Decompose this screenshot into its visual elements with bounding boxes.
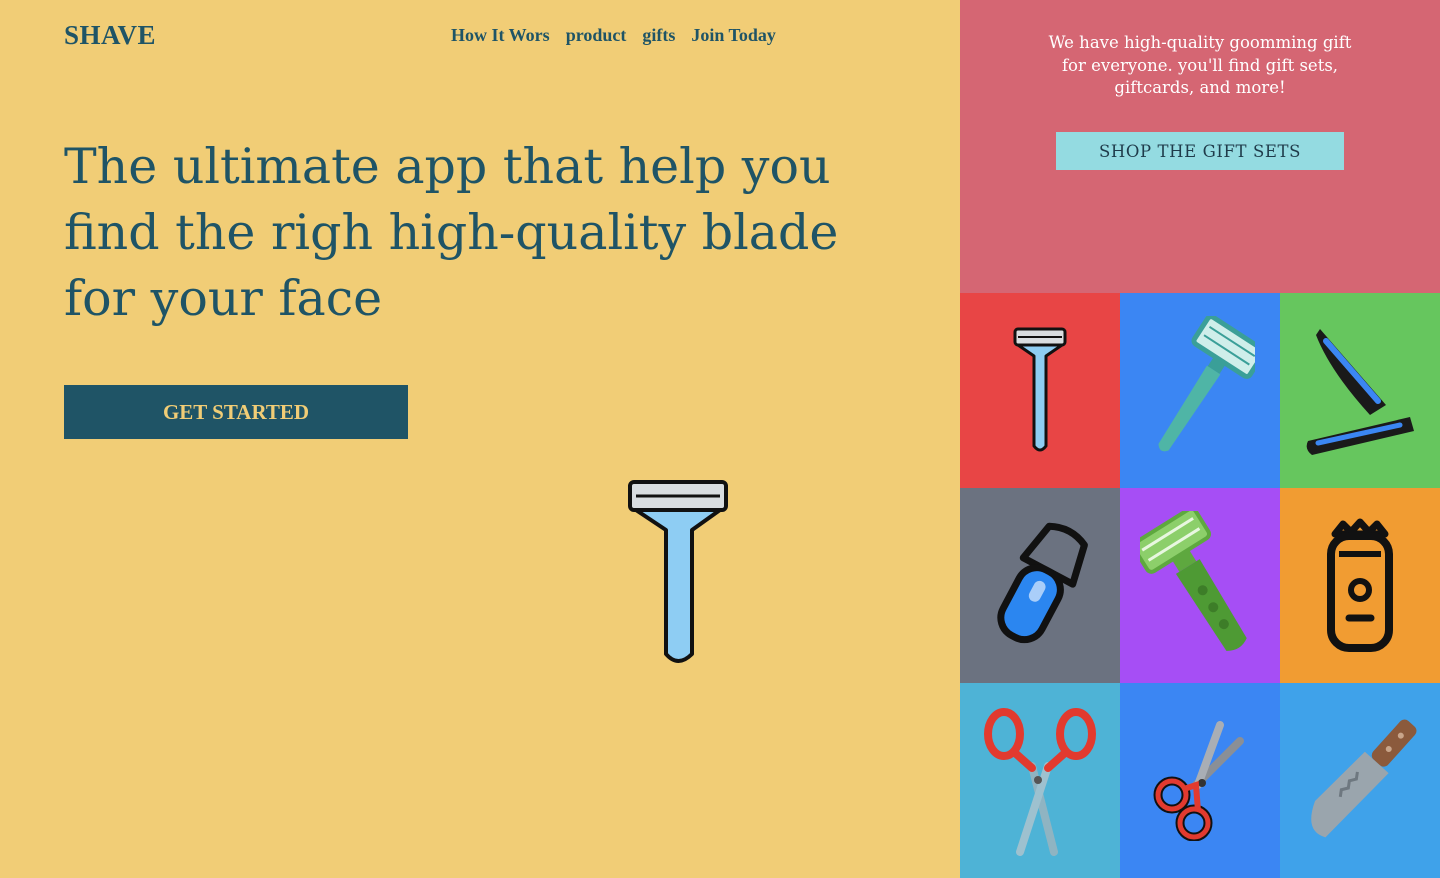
- product-tile[interactable]: [1120, 488, 1280, 683]
- product-tile[interactable]: [1120, 683, 1280, 878]
- small-scissors-icon: [1153, 720, 1244, 841]
- sidebar-panel: We have high-quality goomming gift for e…: [960, 0, 1440, 878]
- logo[interactable]: SHAVE: [64, 20, 156, 51]
- get-started-button[interactable]: GET STARTED: [64, 385, 408, 439]
- safety-razor-icon: [628, 480, 728, 663]
- main-nav: How It Wors product gifts Join Today: [451, 25, 776, 46]
- product-tile[interactable]: [1120, 293, 1280, 488]
- nav-product[interactable]: product: [566, 25, 627, 46]
- safety-razor-icon: [1013, 327, 1067, 451]
- disposable-razor-icon: [1140, 510, 1247, 651]
- electric-shaver-icon: [997, 522, 1088, 643]
- nav-join-today[interactable]: Join Today: [691, 25, 776, 46]
- product-tile[interactable]: [1280, 293, 1440, 488]
- product-tile[interactable]: [960, 488, 1120, 683]
- gift-promo: We have high-quality goomming gift for e…: [960, 0, 1440, 293]
- hero-section: SHAVE How It Wors product gifts Join Tod…: [0, 0, 960, 878]
- straight-razor-icon: [1306, 328, 1414, 455]
- product-tile[interactable]: [1280, 488, 1440, 683]
- product-tile[interactable]: [1280, 683, 1440, 878]
- hero-headline: The ultimate app that help you find the …: [64, 138, 839, 327]
- foil-shaver-icon: [1327, 518, 1393, 652]
- product-grid: [960, 293, 1440, 878]
- cartridge-razor-icon: [1158, 315, 1255, 451]
- shop-gift-sets-button[interactable]: SHOP THE GIFT SETS: [1056, 132, 1344, 170]
- scissors-icon: [984, 707, 1096, 856]
- nav-how-it-works[interactable]: How It Wors: [451, 25, 550, 46]
- knife-icon: [1311, 719, 1417, 837]
- product-tile[interactable]: [960, 683, 1120, 878]
- promo-text: We have high-quality goomming gift for e…: [1048, 33, 1352, 97]
- product-tile[interactable]: [960, 293, 1120, 488]
- nav-gifts[interactable]: gifts: [642, 25, 675, 46]
